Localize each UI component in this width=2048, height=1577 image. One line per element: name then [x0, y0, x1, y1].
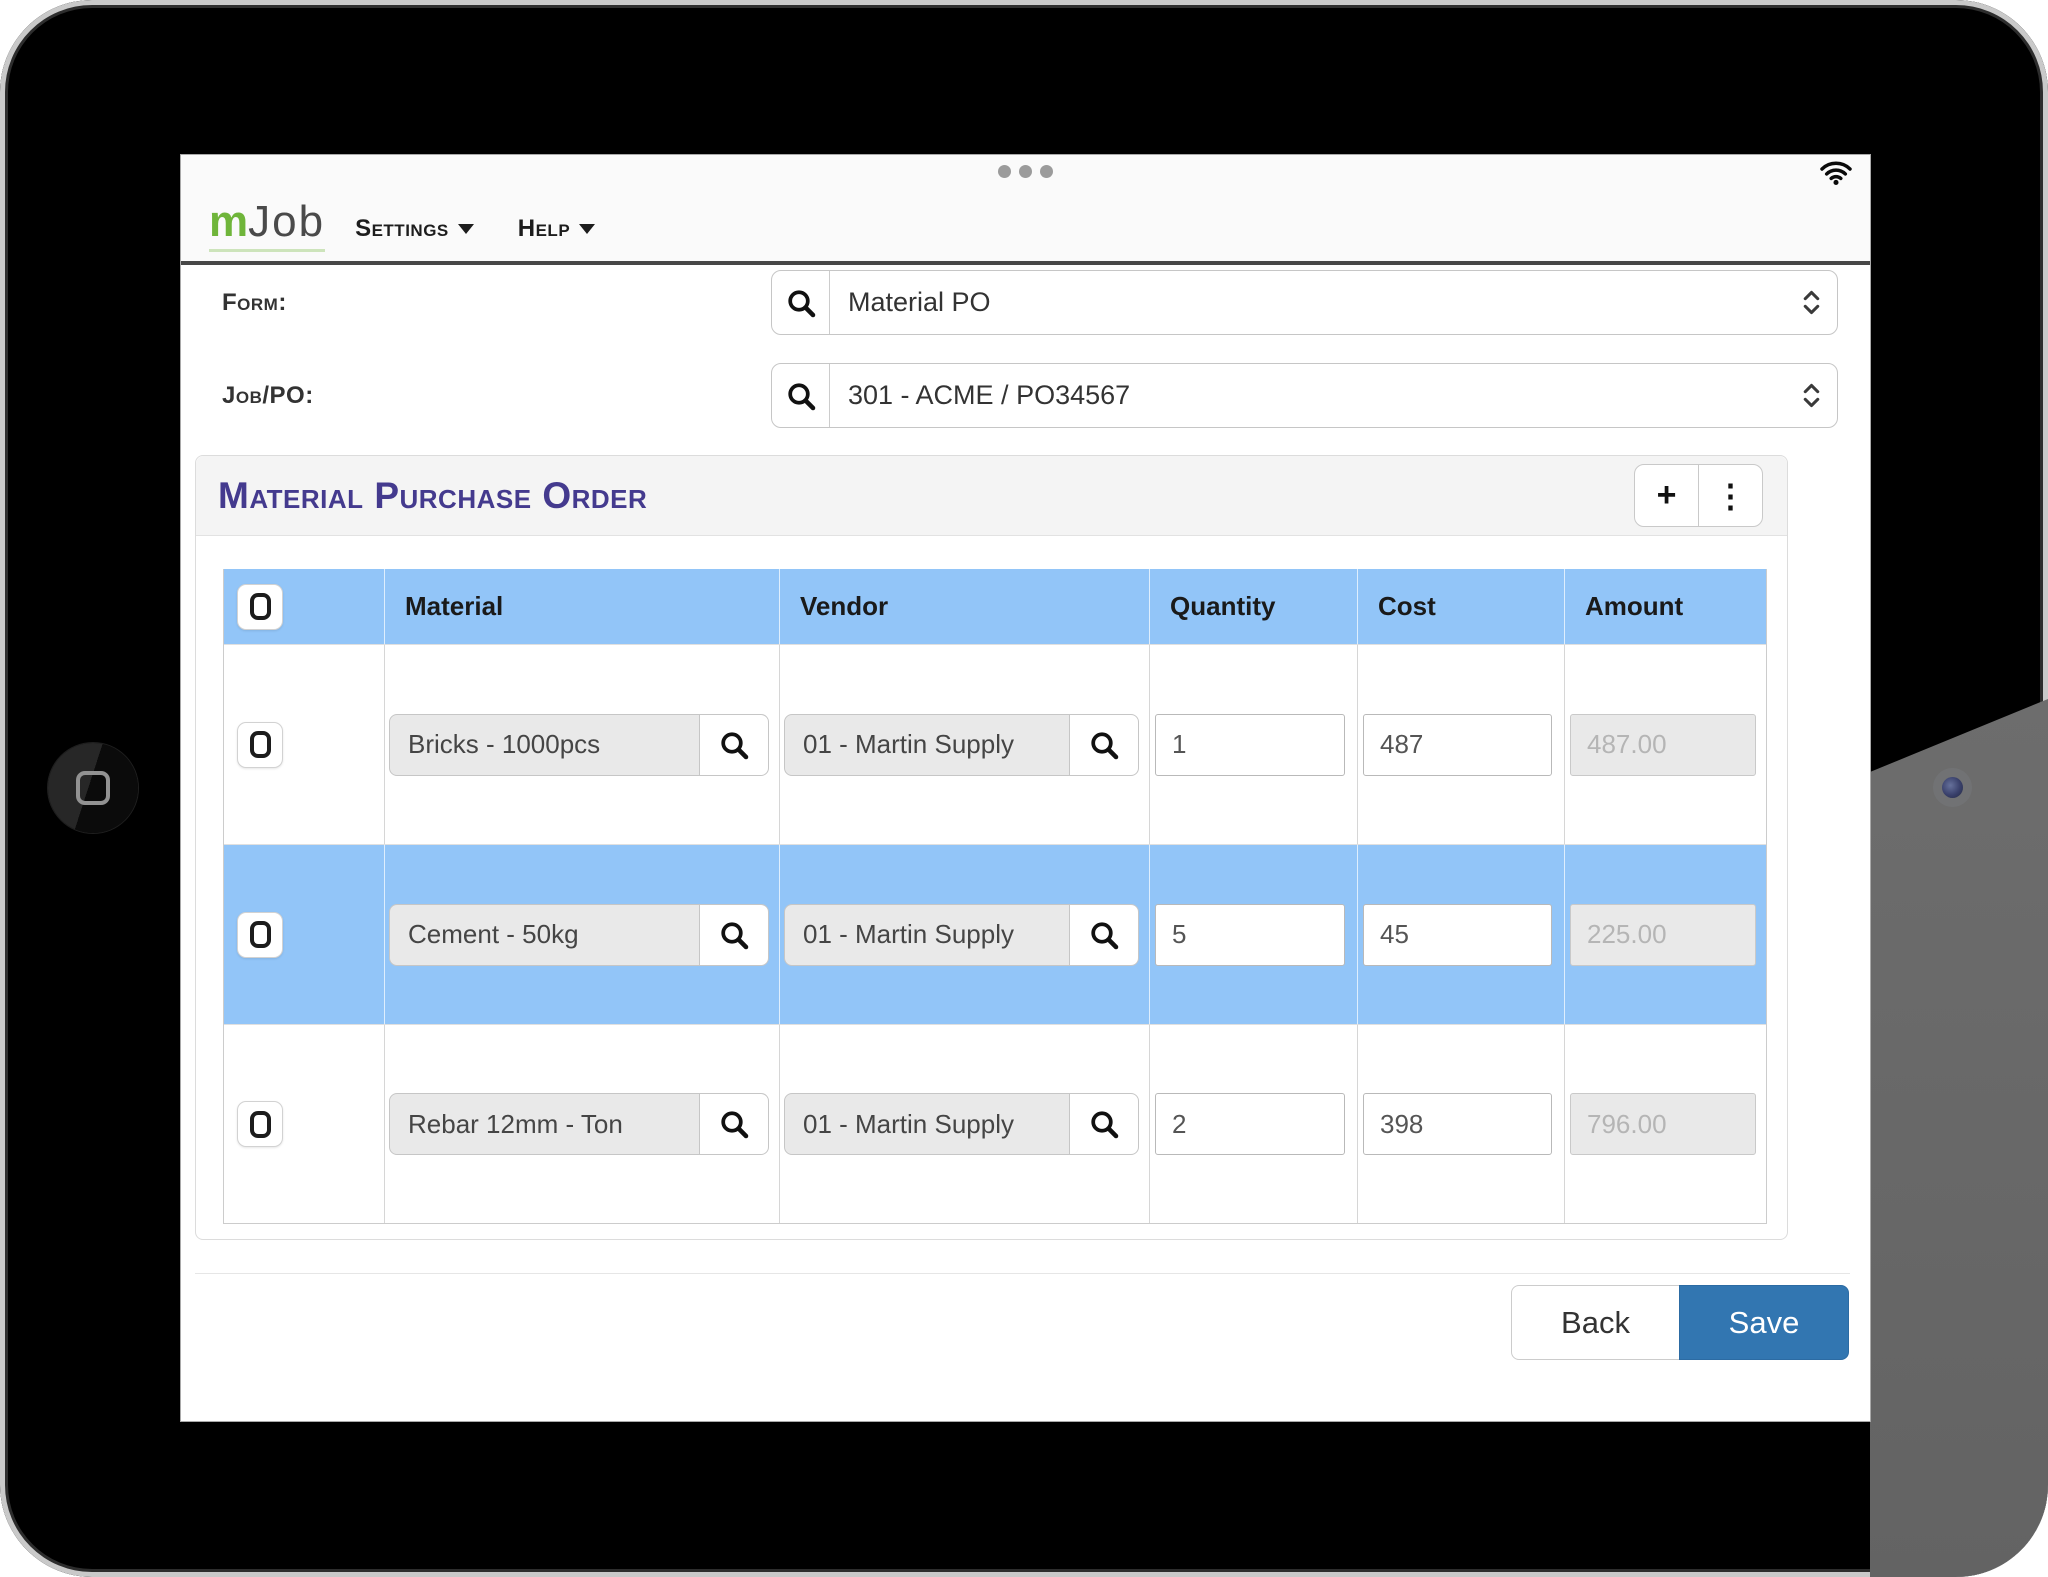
material-input[interactable]: Rebar 12mm - Ton: [389, 1093, 700, 1155]
more-options-button[interactable]: ⋮: [1698, 464, 1763, 527]
wifi-icon: [1820, 160, 1852, 186]
col-header-quantity: Quantity: [1149, 569, 1357, 644]
amount-readonly-field: 796.00: [1570, 1093, 1756, 1155]
vendor-input[interactable]: 01 - Martin Supply: [784, 903, 1070, 966]
checkbox-icon: [249, 593, 271, 620]
row-select-checkbox[interactable]: [237, 721, 283, 768]
search-icon: [721, 921, 749, 949]
tablet-frame: mJob Settings Help Form: Material PO Job…: [0, 0, 2048, 1577]
table-row: Rebar 12mm - Ton 01 - Martin Supply 2 39…: [224, 1024, 1766, 1223]
po-table: Material Vendor Quantity Cost Amount Bri…: [223, 569, 1767, 1224]
job-po-label: Job/PO:: [222, 381, 314, 409]
form-select-value: Material PO: [848, 287, 991, 317]
plus-icon: +: [1656, 476, 1677, 514]
material-search-button[interactable]: [699, 1093, 769, 1155]
logo-m: m: [209, 197, 249, 246]
form-select[interactable]: Material PO: [771, 270, 1838, 335]
home-button[interactable]: [48, 743, 138, 833]
material-input[interactable]: Bricks - 1000pcs: [389, 713, 700, 776]
material-po-panel: Material Purchase Order + ⋮ Material Ven…: [195, 455, 1788, 1240]
vendor-input[interactable]: 01 - Martin Supply: [784, 713, 1070, 776]
checkbox-icon: [249, 921, 271, 948]
cost-input[interactable]: 398: [1363, 1093, 1552, 1155]
checkbox-icon: [249, 731, 271, 758]
app-screen: mJob Settings Help Form: Material PO Job…: [181, 155, 1870, 1421]
search-icon[interactable]: [772, 271, 830, 334]
window-dots: [181, 165, 1870, 178]
menu-help[interactable]: Help: [518, 215, 596, 243]
caret-down-icon: [457, 224, 474, 234]
amount-readonly-field: 225.00: [1570, 903, 1756, 966]
footer-divider: [195, 1273, 1850, 1274]
checkbox-icon: [249, 1110, 271, 1138]
quantity-input[interactable]: 5: [1155, 903, 1345, 966]
back-button[interactable]: Back: [1511, 1285, 1680, 1360]
job-po-select[interactable]: 301 - ACME / PO34567: [771, 363, 1838, 428]
material-search-button[interactable]: [699, 903, 769, 966]
dot-icon: [1019, 165, 1032, 178]
material-search-button[interactable]: [699, 713, 769, 776]
logo-job: Job: [248, 197, 326, 246]
table-row: Bricks - 1000pcs 01 - Martin Supply 1 48…: [224, 644, 1766, 844]
caret-down-icon: [579, 224, 596, 234]
vendor-search-button[interactable]: [1069, 1093, 1139, 1155]
row-select-checkbox[interactable]: [237, 911, 283, 958]
search-icon[interactable]: [772, 364, 830, 427]
select-stepper-icon: [1785, 364, 1837, 427]
select-all-checkbox[interactable]: [237, 583, 283, 630]
job-po-select-value: 301 - ACME / PO34567: [848, 380, 1131, 410]
select-stepper-icon: [1785, 271, 1837, 334]
front-camera: [1942, 777, 1963, 798]
add-row-button[interactable]: +: [1634, 464, 1699, 527]
vendor-search-button[interactable]: [1069, 713, 1139, 776]
quantity-input[interactable]: 1: [1155, 713, 1345, 776]
vendor-input[interactable]: 01 - Martin Supply: [784, 1093, 1070, 1155]
app-header: mJob Settings Help: [181, 155, 1870, 265]
col-header-vendor: Vendor: [779, 569, 1149, 644]
col-header-material: Material: [384, 569, 779, 644]
home-button-icon: [76, 771, 110, 805]
cost-input[interactable]: 45: [1363, 903, 1552, 966]
panel-header: Material Purchase Order + ⋮: [196, 456, 1787, 536]
quantity-input[interactable]: 2: [1155, 1093, 1345, 1155]
app-logo: mJob: [209, 197, 326, 252]
table-row-selected: Cement - 50kg 01 - Martin Supply 5 45 22…: [224, 844, 1766, 1024]
dot-icon: [998, 165, 1011, 178]
row-select-checkbox[interactable]: [237, 1101, 283, 1147]
material-input[interactable]: Cement - 50kg: [389, 903, 700, 966]
form-label: Form:: [222, 288, 287, 316]
search-icon: [1091, 731, 1119, 759]
search-icon: [721, 1111, 749, 1139]
col-header-amount: Amount: [1564, 569, 1768, 644]
kebab-menu-icon: ⋮: [1714, 477, 1747, 514]
amount-readonly-field: 487.00: [1570, 713, 1756, 776]
dot-icon: [1040, 165, 1053, 178]
search-icon: [1091, 1111, 1119, 1139]
search-icon: [1091, 921, 1119, 949]
col-header-cost: Cost: [1357, 569, 1564, 644]
menu-settings[interactable]: Settings: [355, 215, 474, 243]
save-button[interactable]: Save: [1679, 1285, 1849, 1360]
table-header-row: Material Vendor Quantity Cost Amount: [224, 569, 1766, 644]
panel-title: Material Purchase Order: [218, 474, 648, 516]
vendor-search-button[interactable]: [1069, 903, 1139, 966]
cost-input[interactable]: 487: [1363, 713, 1552, 776]
search-icon: [721, 731, 749, 759]
